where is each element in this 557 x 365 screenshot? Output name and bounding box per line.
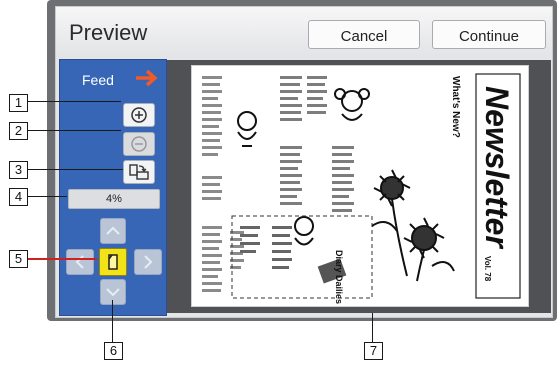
rotate-button[interactable] xyxy=(123,160,155,184)
pan-right-button[interactable] xyxy=(134,249,162,275)
cancel-button[interactable]: Cancel xyxy=(308,20,420,49)
newsletter-page-image: Diary Dailies What's New? Newsletter Vol… xyxy=(202,73,521,304)
headline: What's New? xyxy=(450,76,461,138)
callout-6: 6 xyxy=(104,342,123,360)
arrow-right-icon[interactable] xyxy=(134,68,160,88)
rotate-page-icon xyxy=(129,164,149,180)
callout-1: 1 xyxy=(9,94,28,112)
pan-up-button[interactable] xyxy=(100,218,126,244)
callout-leader-2 xyxy=(27,130,121,131)
title-bar: Preview Cancel Continue xyxy=(56,7,552,57)
feed-label: Feed xyxy=(82,72,114,88)
zoom-level-display: 4% xyxy=(68,189,160,209)
dialog-title: Preview xyxy=(69,20,148,45)
zoom-out-button[interactable] xyxy=(123,132,155,156)
callout-leader-6 xyxy=(112,300,113,342)
page-preview: Diary Dailies What's New? Newsletter Vol… xyxy=(191,65,529,307)
chevron-up-icon xyxy=(106,226,120,235)
chevron-left-icon xyxy=(75,255,84,269)
page-position-icon xyxy=(108,254,118,270)
tool-panel: Feed 4% xyxy=(59,59,167,316)
callout-5: 5 xyxy=(9,250,28,268)
chevron-right-icon xyxy=(144,255,153,269)
callout-3: 3 xyxy=(9,161,28,179)
page-position-button[interactable] xyxy=(99,248,127,276)
callout-leader-7 xyxy=(372,313,373,343)
callout-7: 7 xyxy=(364,342,383,360)
callout-leader-1 xyxy=(27,101,121,102)
callout-leader-4 xyxy=(27,196,67,197)
pan-left-button[interactable] xyxy=(66,249,94,275)
zoom-in-icon xyxy=(131,107,147,123)
chevron-down-icon xyxy=(106,288,120,297)
issue-number: Vol. 78 xyxy=(483,256,492,282)
side-headline: Diary Dailies xyxy=(334,250,344,304)
continue-button[interactable]: Continue xyxy=(432,20,546,49)
callout-4: 4 xyxy=(9,188,28,206)
zoom-out-icon xyxy=(131,136,147,152)
callout-2: 2 xyxy=(9,122,28,140)
zoom-in-button[interactable] xyxy=(123,103,155,127)
newsletter-title: Newsletter xyxy=(479,86,515,249)
callout-leader-3 xyxy=(27,169,123,170)
pan-down-button[interactable] xyxy=(100,279,126,305)
callout-leader-5 xyxy=(27,258,97,260)
